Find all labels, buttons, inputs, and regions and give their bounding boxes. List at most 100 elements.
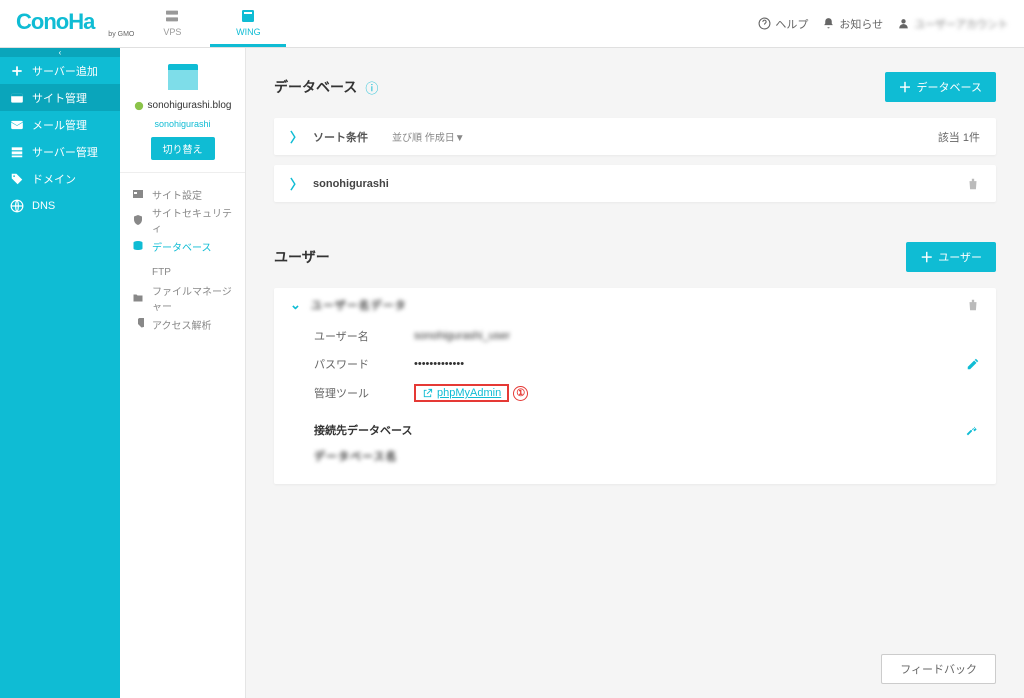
tag-icon <box>10 172 24 186</box>
sidebar-label: DNS <box>32 200 55 212</box>
add-database-button[interactable]: ＋ データベース <box>885 72 996 102</box>
sidebar-label: サーバー追加 <box>32 63 98 79</box>
nav-label: ファイルマネージャー <box>152 283 233 313</box>
help-link[interactable]: ヘルプ <box>758 16 808 32</box>
chevron-right-icon: 〉 <box>290 174 303 193</box>
shield-icon <box>132 214 144 226</box>
password-field: パスワード ••••••••••••• <box>274 350 996 378</box>
pie-icon <box>132 318 144 330</box>
database-icon <box>132 240 144 252</box>
password-label: パスワード <box>314 356 414 372</box>
site-panel: sonohigurashi.blog sonohigurashi 切り替え サイ… <box>120 48 246 698</box>
logo[interactable]: ConoHa by GMO <box>16 9 134 38</box>
sidebar-item-site[interactable]: サイト管理 <box>0 84 120 111</box>
dot-icon <box>134 101 144 111</box>
database-row[interactable]: 〉 sonohigurashi <box>274 165 996 202</box>
feedback-button[interactable]: フィードバック <box>881 654 996 684</box>
nav-site-settings[interactable]: サイト設定 <box>120 181 245 207</box>
nav-label: アクセス解析 <box>152 317 212 332</box>
sort-by: 並び順 作成日▼ <box>392 129 465 144</box>
switch-button[interactable]: 切り替え <box>151 137 215 160</box>
tab-vps[interactable]: VPS <box>134 0 210 47</box>
wrench-icon[interactable] <box>964 422 980 438</box>
site-icon <box>132 188 144 200</box>
nav-ftp[interactable]: FTP <box>120 259 245 285</box>
plus-icon <box>10 64 24 78</box>
help-icon <box>758 17 771 30</box>
external-link-icon <box>422 388 433 399</box>
nav-label: サイト設定 <box>152 187 202 202</box>
ftp-icon <box>132 266 144 278</box>
site-domain: sonohigurashi.blog <box>128 100 237 111</box>
add-user-button[interactable]: ＋ ユーザー <box>906 242 996 272</box>
tool-label: 管理ツール <box>314 385 414 401</box>
trash-icon[interactable] <box>966 298 980 312</box>
database-sort-panel: 〉 ソート条件 並び順 作成日▼ 該当 1件 <box>274 118 996 155</box>
username-value: sonohigurashi_user <box>414 330 510 342</box>
sort-label: ソート条件 <box>313 129 368 145</box>
mail-icon <box>10 118 24 132</box>
database-item-panel: 〉 sonohigurashi <box>274 165 996 202</box>
site-info: sonohigurashi.blog sonohigurashi 切り替え <box>120 48 245 173</box>
site-nav: サイト設定 サイトセキュリティ データベース FTP ファイルマネージャー アク… <box>120 173 245 345</box>
header: ConoHa by GMO VPS WING ヘルプ お知らせ ユーザーアカウン… <box>0 0 1024 48</box>
database-name: sonohigurashi <box>313 178 389 190</box>
annotation-1: ① <box>513 386 528 401</box>
user-icon <box>897 17 910 30</box>
user-menu[interactable]: ユーザーアカウント <box>897 16 1008 32</box>
users-title: ユーザー <box>274 247 330 267</box>
nav-filemanager[interactable]: ファイルマネージャー <box>120 285 245 311</box>
help-circle-icon[interactable]: ⓘ <box>365 78 378 97</box>
tab-wing[interactable]: WING <box>210 0 286 47</box>
chevron-down-icon: ⌄ <box>290 297 301 313</box>
notice-link[interactable]: お知らせ <box>822 16 883 32</box>
connected-db-header: 接続先データベース <box>274 408 996 444</box>
nav-label: サイトセキュリティ <box>152 205 233 235</box>
nav-label: FTP <box>152 267 171 278</box>
sidebar-item-add-server[interactable]: サーバー追加 <box>0 57 120 84</box>
user-panel: ⌄ ユーザー名データ ユーザー名 sonohigurashi_user パスワー… <box>274 288 996 484</box>
server-icon <box>10 145 24 159</box>
vps-icon <box>164 8 180 24</box>
database-section-head: データベース ⓘ ＋ データベース <box>274 72 996 102</box>
tool-field: 管理ツール phpMyAdmin ① <box>274 378 996 408</box>
sidebar-label: サーバー管理 <box>32 144 98 160</box>
chevron-right-icon: 〉 <box>290 127 303 146</box>
header-right: ヘルプ お知らせ ユーザーアカウント <box>758 16 1008 32</box>
connected-db-label: 接続先データベース <box>314 422 412 438</box>
username-label: ユーザー名 <box>314 328 414 344</box>
sort-row[interactable]: 〉 ソート条件 並び順 作成日▼ 該当 1件 <box>274 118 996 155</box>
plus-icon: ＋ <box>920 251 933 264</box>
top-tabs: VPS WING <box>134 0 286 47</box>
user-row-header[interactable]: ⌄ ユーザー名データ <box>274 288 996 322</box>
sidebar-item-domain[interactable]: ドメイン <box>0 165 120 192</box>
nav-analytics[interactable]: アクセス解析 <box>120 311 245 337</box>
users-section-head: ユーザー ＋ ユーザー <box>274 242 996 272</box>
plus-icon: ＋ <box>899 81 912 94</box>
phpmyadmin-link[interactable]: phpMyAdmin <box>414 384 509 402</box>
collapse-handle[interactable]: ‹ <box>0 48 120 57</box>
sidebar-item-dns[interactable]: DNS <box>0 192 120 219</box>
sidebar-item-mail[interactable]: メール管理 <box>0 111 120 138</box>
sidebar: ‹ サーバー追加 サイト管理 メール管理 サーバー管理 ドメイン DNS <box>0 48 120 698</box>
username-field: ユーザー名 sonohigurashi_user <box>274 322 996 350</box>
db-count: 該当 1件 <box>938 129 980 145</box>
pencil-icon[interactable] <box>966 357 980 371</box>
password-value: ••••••••••••• <box>414 358 464 370</box>
globe-icon <box>10 199 24 213</box>
window-icon <box>10 91 24 105</box>
database-title: データベース <box>274 77 357 97</box>
nav-database[interactable]: データベース <box>120 233 245 259</box>
sidebar-label: サイト管理 <box>32 90 87 106</box>
trash-icon[interactable] <box>966 177 980 191</box>
site-window-icon <box>168 64 198 90</box>
wing-icon <box>240 8 256 24</box>
folder-icon <box>132 292 144 304</box>
nav-label: データベース <box>152 239 212 254</box>
user-name-header: ユーザー名データ <box>311 297 407 313</box>
bell-icon <box>822 17 835 30</box>
sidebar-label: ドメイン <box>32 171 76 187</box>
nav-security[interactable]: サイトセキュリティ <box>120 207 245 233</box>
main-content: データベース ⓘ ＋ データベース 〉 ソート条件 並び順 作成日▼ 該当 1件… <box>246 48 1024 698</box>
sidebar-item-server[interactable]: サーバー管理 <box>0 138 120 165</box>
